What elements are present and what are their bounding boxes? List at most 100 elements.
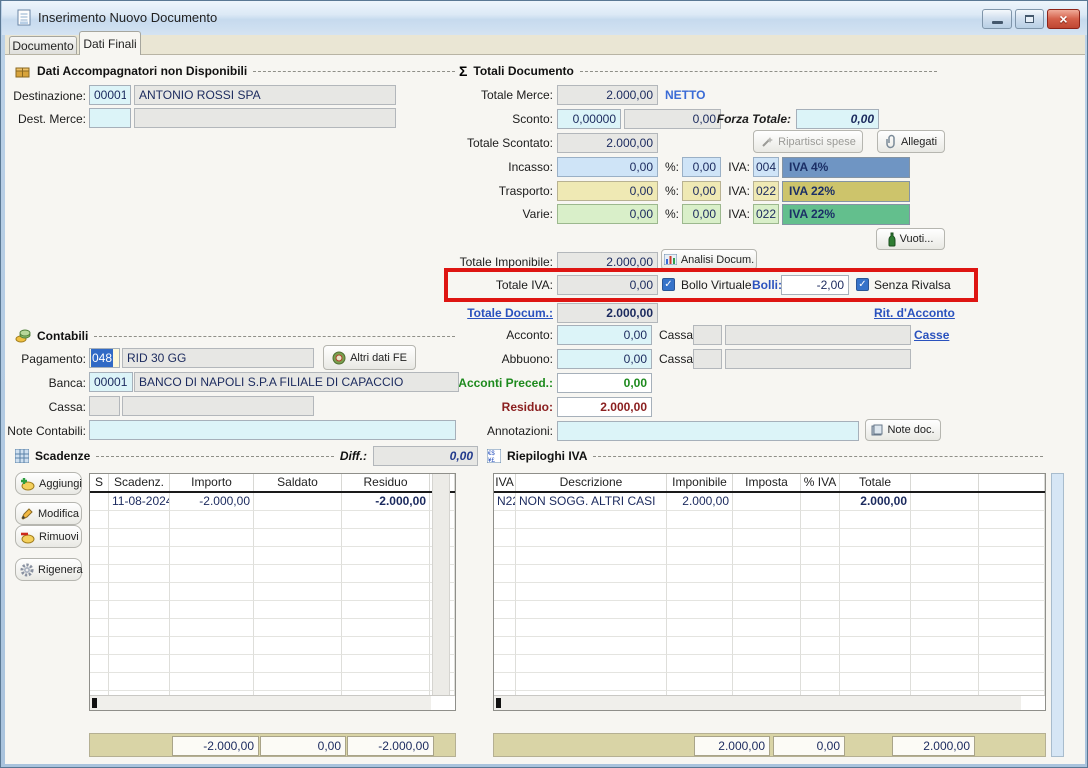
totale-iva-label: Totale IVA: — [438, 275, 553, 295]
tab-dati-finali[interactable]: Dati Finali — [79, 31, 141, 55]
cassa-code-field[interactable] — [89, 396, 120, 416]
rimuovi-button[interactable]: Rimuovi — [15, 525, 82, 548]
divider — [96, 456, 334, 457]
close-button[interactable]: × — [1047, 9, 1080, 29]
empty-cell — [801, 583, 840, 601]
rit-acconto-link[interactable]: Rit. d'Acconto — [874, 305, 955, 321]
vuoti-button[interactable]: Vuoti... — [876, 228, 945, 250]
incasso-label: Incasso: — [438, 157, 553, 177]
table-row[interactable] — [90, 493, 109, 511]
casse-link[interactable]: Casse — [914, 327, 949, 343]
scadenze-vertical-scrollbar[interactable] — [432, 474, 450, 695]
banca-desc-field[interactable] — [134, 372, 459, 392]
title-bar[interactable]: Inserimento Nuovo Documento × — [2, 1, 1088, 35]
minimize-icon — [992, 21, 1003, 24]
empty-cell — [516, 601, 667, 619]
coins-icon — [15, 329, 31, 343]
varie-field[interactable] — [557, 204, 658, 224]
empty-cell — [254, 673, 342, 691]
allegati-button[interactable]: Allegati — [877, 130, 945, 153]
dest-merce-code-field[interactable] — [89, 108, 131, 128]
destinazione-label: Destinazione: — [11, 86, 86, 106]
altri-dati-fe-button[interactable]: Altri dati FE — [323, 345, 416, 370]
table-row[interactable]: NON SOGG. ALTRI CASI — [516, 493, 667, 511]
riepiloghi-horizontal-scrollbar[interactable] — [494, 695, 1045, 710]
table-row[interactable]: 2.000,00 — [840, 493, 911, 511]
dest-merce-name-field[interactable] — [134, 108, 396, 128]
trasporto-iva-code-field[interactable] — [753, 181, 779, 201]
bollo-virtuale-checkbox[interactable]: ✓ — [662, 278, 675, 291]
acconto-label: Acconto: — [438, 325, 553, 345]
totale-scontato-field[interactable] — [557, 133, 658, 153]
annotazioni-field[interactable] — [557, 421, 859, 441]
empty-cell — [516, 619, 667, 637]
forza-totale-field[interactable] — [796, 109, 879, 129]
table-row[interactable] — [254, 493, 342, 511]
table-row[interactable] — [733, 493, 801, 511]
analisi-docum-button[interactable]: Analisi Docum. — [661, 249, 757, 270]
sconto-pct-field[interactable] — [557, 109, 621, 129]
incasso-field[interactable] — [557, 157, 658, 177]
totale-iva-field[interactable] — [557, 275, 658, 295]
abbuono-field[interactable] — [557, 349, 652, 369]
modifica-button[interactable]: Modifica — [15, 502, 82, 525]
table-row[interactable]: 2.000,00 — [667, 493, 733, 511]
varie-pct-field[interactable] — [682, 204, 721, 224]
table-row[interactable] — [801, 493, 840, 511]
scadenze-totals-row: -2.000,00 0,00 -2.000,00 — [89, 733, 456, 757]
minimize-button[interactable] — [982, 9, 1012, 29]
cassa-desc-field[interactable] — [122, 396, 314, 416]
bolli-field[interactable] — [781, 275, 849, 295]
tab-documento[interactable]: Documento — [9, 36, 77, 55]
note-contabili-field[interactable] — [89, 420, 456, 440]
pagamento-code-field[interactable]: 048 — [89, 348, 120, 368]
pagamento-desc-field[interactable] — [122, 348, 314, 368]
ripartisci-spese-button[interactable]: Ripartisci spese — [753, 130, 863, 153]
totale-docum-field[interactable] — [557, 303, 658, 323]
acconto-field[interactable] — [557, 325, 652, 345]
table-row[interactable]: -2.000,00 — [170, 493, 254, 511]
senza-rivalsa-checkbox[interactable]: ✓ — [856, 278, 869, 291]
scrollbar-thumb[interactable] — [496, 698, 501, 708]
acconti-preced-field[interactable] — [557, 373, 652, 393]
acconto-cassa-code-field[interactable] — [693, 325, 722, 345]
incasso-iva-code-field[interactable] — [753, 157, 779, 177]
totale-imponibile-field[interactable] — [557, 252, 658, 272]
table-row[interactable] — [979, 493, 1045, 511]
empty-cell — [90, 637, 109, 655]
incasso-pct-label: %: — [649, 157, 679, 177]
acconto-cassa-desc-field[interactable] — [725, 325, 911, 345]
empty-cell — [170, 547, 254, 565]
abbuono-cassa-code-field[interactable] — [693, 349, 722, 369]
empty-cell — [516, 655, 667, 673]
riepiloghi-vertical-scrollbar[interactable] — [1051, 473, 1064, 757]
aggiungi-button[interactable]: Aggiungi — [15, 472, 82, 495]
rigenera-button[interactable]: Rigenera — [15, 558, 82, 581]
maximize-button[interactable] — [1015, 9, 1044, 29]
totale-merce-field[interactable] — [557, 85, 658, 105]
incasso-pct-field[interactable] — [682, 157, 721, 177]
table-row[interactable]: 11-08-2024 — [109, 493, 170, 511]
trasporto-field[interactable] — [557, 181, 658, 201]
scrollbar-thumb[interactable] — [92, 698, 97, 708]
residuo-field[interactable] — [557, 397, 652, 417]
empty-cell — [840, 583, 911, 601]
empty-cell — [979, 637, 1045, 655]
destinazione-name-field[interactable] — [134, 85, 396, 105]
scadenze-horizontal-scrollbar[interactable] — [90, 695, 455, 710]
table-row[interactable] — [911, 493, 979, 511]
table-row[interactable]: -2.000,00 — [342, 493, 430, 511]
banca-code-field[interactable] — [89, 372, 133, 392]
abbuono-cassa-desc-field[interactable] — [725, 349, 911, 369]
empty-cell — [109, 619, 170, 637]
empty-cell — [109, 511, 170, 529]
destinazione-code-field[interactable] — [89, 85, 131, 105]
trasporto-pct-field[interactable] — [682, 181, 721, 201]
emblem-icon — [332, 351, 346, 365]
note-doc-button[interactable]: Note doc. — [865, 419, 941, 441]
table-row[interactable]: N22 — [494, 493, 516, 511]
totale-docum-link[interactable]: Totale Docum.: — [438, 305, 553, 321]
varie-iva-code-field[interactable] — [753, 204, 779, 224]
empty-cell — [494, 619, 516, 637]
empty-cell — [733, 655, 801, 673]
